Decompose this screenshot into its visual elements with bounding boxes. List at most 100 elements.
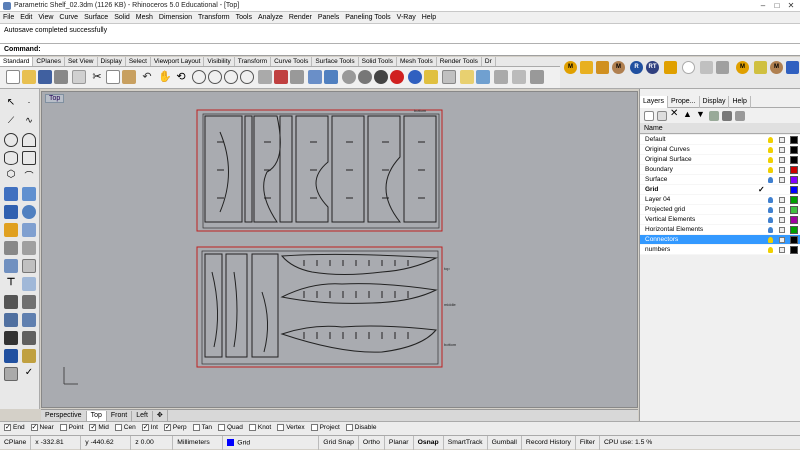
layer-row-horizontal-elements[interactable]: Horizontal Elements <box>640 225 800 235</box>
status-record-history[interactable]: Record History <box>522 436 576 450</box>
status-filter[interactable]: Filter <box>576 436 600 450</box>
layer-row-original-surface[interactable]: Original Surface <box>640 155 800 165</box>
pan-icon[interactable]: ✋ <box>158 70 172 84</box>
wireframe-icon[interactable] <box>342 70 356 84</box>
lock-icon[interactable] <box>779 217 785 223</box>
analyze-icon[interactable] <box>4 349 18 363</box>
dimension-tool-icon[interactable] <box>22 349 36 363</box>
vray-fx-icon[interactable] <box>682 61 695 74</box>
polygon-icon[interactable]: ⬡ <box>4 169 18 183</box>
menu-mesh[interactable]: Mesh <box>133 12 156 21</box>
layer-icon[interactable] <box>324 70 338 84</box>
paste-icon[interactable] <box>122 70 136 84</box>
status-gumball[interactable]: Gumball <box>488 436 522 450</box>
menu-analyze[interactable]: Analyze <box>255 12 286 21</box>
status-smarttrack[interactable]: SmartTrack <box>444 436 488 450</box>
tab-viewport-layout[interactable]: Viewport Layout <box>151 57 205 66</box>
menu-render[interactable]: Render <box>286 12 315 21</box>
polyline-icon[interactable]: ⟋ <box>4 115 18 129</box>
fillet-icon[interactable] <box>4 241 18 255</box>
vray-light-icon[interactable] <box>596 61 609 74</box>
layer-row-numbers[interactable]: numbers <box>640 245 800 255</box>
tab-set-view[interactable]: Set View <box>65 57 98 66</box>
move-down-icon[interactable]: ▼ <box>696 109 706 119</box>
osnap-perp[interactable]: Perp <box>163 423 187 431</box>
vray-options-icon[interactable] <box>580 61 593 74</box>
sphere-icon[interactable] <box>22 205 36 219</box>
tab-surface-tools[interactable]: Surface Tools <box>312 57 359 66</box>
point-icon[interactable]: · <box>22 97 36 111</box>
cplane-icon[interactable] <box>308 70 322 84</box>
osnap-knot[interactable]: Knot <box>248 424 271 431</box>
menu-vray[interactable]: V-Ray <box>394 12 419 21</box>
menu-solid[interactable]: Solid <box>111 12 133 21</box>
lock-icon[interactable] <box>779 157 785 163</box>
arc-icon[interactable] <box>22 133 36 147</box>
lock-icon[interactable] <box>779 207 785 213</box>
lightbulb-icon[interactable] <box>768 197 773 203</box>
layer-color-swatch[interactable] <box>790 206 798 214</box>
check-icon[interactable]: ✓ <box>22 367 36 381</box>
maximize-button[interactable]: □ <box>770 1 784 11</box>
add-viewport-icon[interactable]: ✥ <box>153 410 168 421</box>
boolean-icon[interactable] <box>4 223 18 237</box>
osnap-near[interactable]: Near <box>30 423 54 431</box>
select-all-icon[interactable] <box>290 70 304 84</box>
lightbulb-icon[interactable] <box>768 227 773 233</box>
vray-dome-icon[interactable] <box>700 61 713 74</box>
layer-tools-icon[interactable] <box>722 111 732 121</box>
light-icon[interactable] <box>424 70 438 84</box>
vray-proxy-icon[interactable] <box>716 61 729 74</box>
tab-render-tools[interactable]: Render Tools <box>437 57 482 66</box>
layer-row-projected-grid[interactable]: Projected grid <box>640 205 800 215</box>
layer-color-swatch[interactable] <box>790 136 798 144</box>
lock-icon[interactable] <box>779 197 785 203</box>
osnap-mid[interactable]: Mid <box>89 423 109 431</box>
lock-icon[interactable] <box>779 237 785 243</box>
render-icon[interactable] <box>390 70 404 84</box>
rendered-icon[interactable] <box>374 70 388 84</box>
panel-tab-layers[interactable]: Layers <box>640 96 669 108</box>
tab-visibility[interactable]: Visibility <box>204 57 235 66</box>
select-arrow-icon[interactable]: ↖ <box>4 97 18 111</box>
panel-tab-help[interactable]: Help <box>729 96 751 108</box>
vray-frame2-icon[interactable]: M <box>770 61 783 74</box>
vray-render2-icon[interactable] <box>786 61 799 74</box>
osnap-cen[interactable]: Cen <box>114 424 136 431</box>
vray-material2-icon[interactable]: M <box>736 61 749 74</box>
menu-paneling-tools[interactable]: Paneling Tools <box>342 12 393 21</box>
array-icon[interactable] <box>4 331 18 345</box>
offset-icon[interactable] <box>22 241 36 255</box>
tab-curve-tools[interactable]: Curve Tools <box>271 57 313 66</box>
menu-surface[interactable]: Surface <box>81 12 111 21</box>
panel-tab-properties[interactable]: Prope... <box>668 96 700 108</box>
undo-icon[interactable]: ↶ <box>140 70 154 84</box>
layer-row-connectors[interactable]: Connectors <box>640 235 800 245</box>
join-icon[interactable]: ⊤ <box>4 277 18 291</box>
layer-row-vertical-elements[interactable]: Vertical Elements <box>640 215 800 225</box>
lightbulb-icon[interactable] <box>768 247 773 253</box>
tab-select[interactable]: Select <box>126 57 151 66</box>
osnap-vertex[interactable]: Vertex <box>277 424 305 431</box>
shaded-icon[interactable] <box>358 70 372 84</box>
lock-icon[interactable] <box>779 137 785 143</box>
layer-color-swatch[interactable] <box>790 176 798 184</box>
more-tools-icon[interactable] <box>530 70 544 84</box>
layer-row-surface[interactable]: Surface <box>640 175 800 185</box>
layer-color-swatch[interactable] <box>790 186 798 194</box>
osnap-end[interactable]: End <box>4 423 25 431</box>
explode-icon[interactable] <box>22 277 36 291</box>
osnap-disable[interactable]: Disable <box>345 424 376 431</box>
material-icon[interactable] <box>408 70 422 84</box>
layer-settings-icon[interactable] <box>735 111 745 121</box>
layer-color-swatch[interactable] <box>790 156 798 164</box>
layer-row-grid[interactable]: Grid ✓ <box>640 185 800 195</box>
text-icon[interactable] <box>512 70 526 84</box>
dimension-icon[interactable] <box>494 70 508 84</box>
lightbulb-icon[interactable] <box>768 177 773 183</box>
loft-icon[interactable] <box>22 187 36 201</box>
panel-tab-display[interactable]: Display <box>700 96 730 108</box>
lock-icon[interactable] <box>779 177 785 183</box>
mesh-icon[interactable] <box>22 223 36 237</box>
lightbulb-icon[interactable] <box>768 157 773 163</box>
